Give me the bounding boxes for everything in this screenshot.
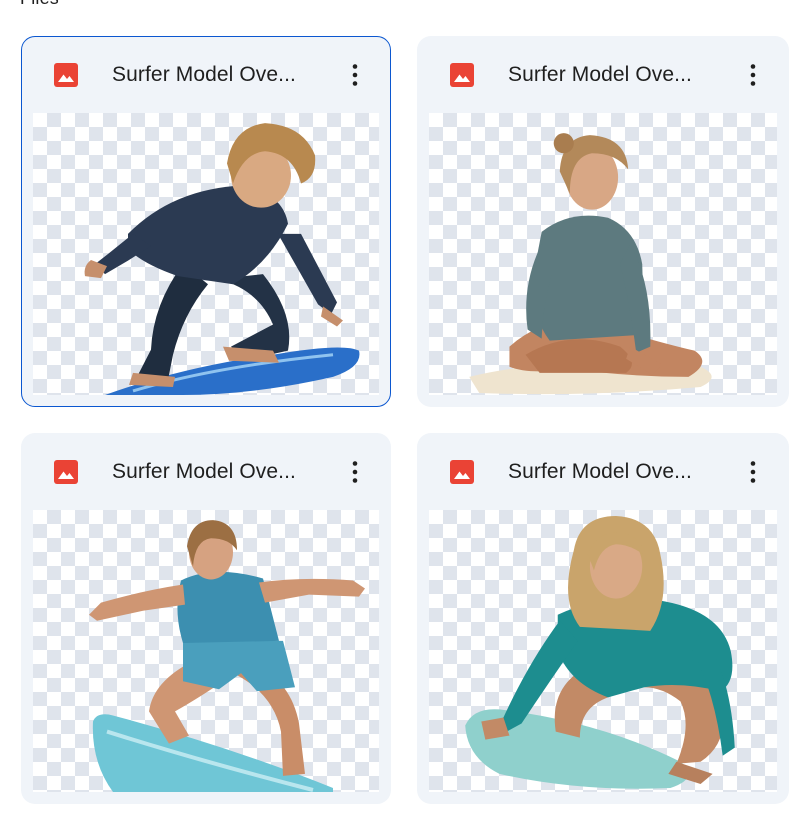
more-vert-icon [750,461,756,483]
file-card[interactable]: Surfer Model Ove... [21,433,391,804]
more-options-button[interactable] [340,456,370,488]
more-options-button[interactable] [340,59,370,91]
file-card[interactable]: Surfer Model Ove... [417,36,789,407]
more-options-button[interactable] [738,59,768,91]
more-vert-icon [750,64,756,86]
image-file-icon [449,459,475,485]
more-vert-icon [352,64,358,86]
file-name: Surfer Model Ove... [112,460,296,483]
image-file-icon [53,459,79,485]
file-card[interactable]: Surfer Model Ove... [417,433,789,804]
file-name: Surfer Model Ove... [508,63,692,86]
section-label: Files [20,0,59,9]
file-thumbnail [33,510,379,792]
file-grid: Surfer Model Ove... Surfer Model Ove... … [21,36,789,804]
file-card-header: Surfer Model Ove... [418,434,788,510]
image-file-icon [53,62,79,88]
image-file-icon [449,62,475,88]
file-thumbnail [33,113,379,395]
file-name: Surfer Model Ove... [508,460,692,483]
more-vert-icon [352,461,358,483]
file-card-header: Surfer Model Ove... [418,37,788,113]
file-card-header: Surfer Model Ove... [22,37,390,113]
more-options-button[interactable] [738,456,768,488]
file-name: Surfer Model Ove... [112,63,296,86]
file-thumbnail [429,510,777,792]
file-card-header: Surfer Model Ove... [22,434,390,510]
file-card[interactable]: Surfer Model Ove... [21,36,391,407]
files-page: Files Surfer Model Ove... [0,0,798,824]
file-thumbnail [429,113,777,395]
